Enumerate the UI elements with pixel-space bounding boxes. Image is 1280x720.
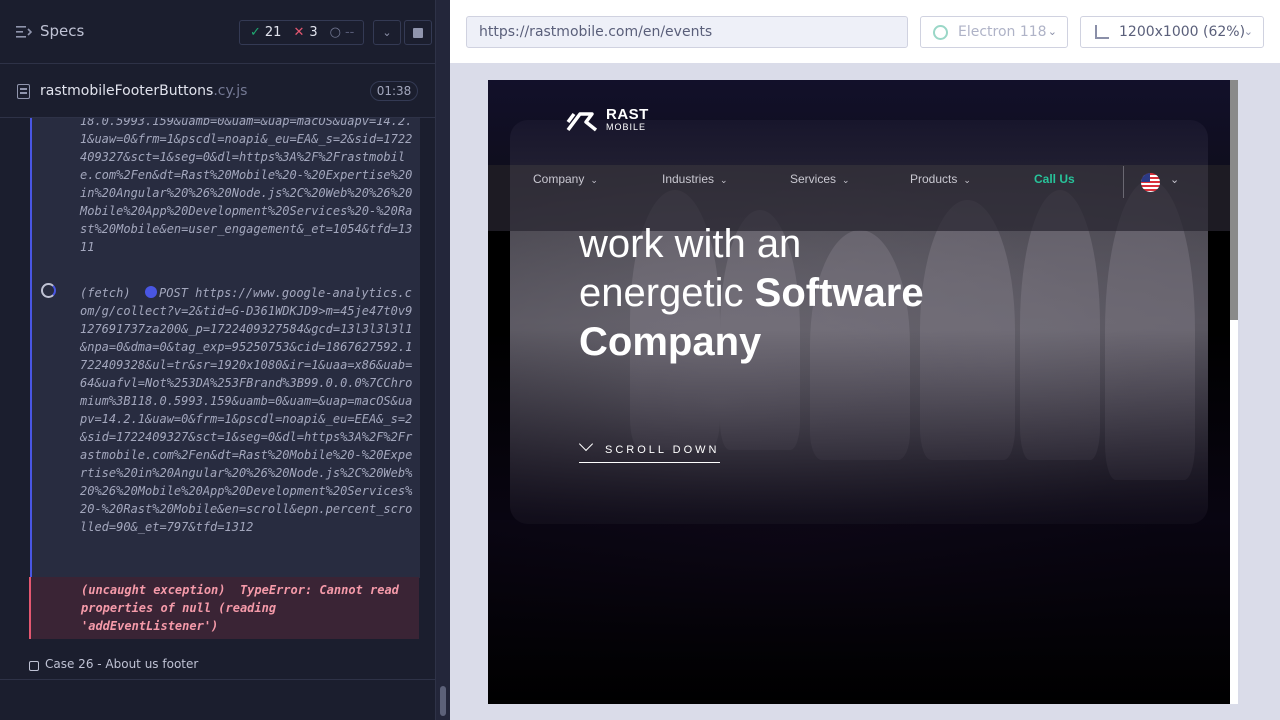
chevron-down-icon: ⌄ — [382, 26, 392, 39]
error-message: (uncaught exception) TypeError: Cannot r… — [81, 583, 407, 633]
hero-heading-line2: energetic Software — [579, 271, 924, 315]
failed-count: 3 — [309, 25, 318, 40]
nav-company[interactable]: Company ⌄ — [533, 172, 598, 186]
browser-selector[interactable]: Electron 118 ⌄ — [920, 16, 1068, 48]
command-log-panel: Specs ✓ 21 ✕ 3 ○ -- ⌄ rastmobileFooterBu… — [0, 0, 436, 720]
stop-button[interactable] — [404, 20, 432, 45]
panel-resize-scrollbar[interactable] — [436, 0, 450, 720]
log-entry-fetch[interactable]: (fetch) POST https://www.google-analytic… — [80, 284, 418, 536]
logo-text-top: RAST — [606, 106, 649, 123]
test-status-icon — [29, 661, 39, 671]
loading-spinner-icon — [41, 283, 56, 298]
app-under-test-frame[interactable]: RAST MOBILE Company ⌄ Industries ⌄ Service… — [488, 80, 1230, 704]
pending-icon: ○ — [329, 25, 341, 40]
hero-heading-line3: Company — [579, 320, 762, 364]
command-log[interactable]: 18.0.5993.159&uamb=0&uam=&uap=macOS&uapv… — [30, 118, 420, 578]
nav-call-us[interactable]: Call Us — [1034, 172, 1075, 186]
viewport-size: 1200x1000 — [1119, 24, 1199, 40]
browser-toolbar: https://rastmobile.com/en/events Electro… — [450, 0, 1280, 64]
app-scrollbar-thumb[interactable] — [1230, 80, 1238, 320]
browser-name: Electron 118 — [958, 24, 1047, 40]
chevron-down-icon: ⌄ — [720, 175, 728, 185]
specs-list-icon[interactable] — [16, 25, 32, 39]
request-dot-icon — [145, 286, 158, 298]
toggle-auto-scroll-button[interactable]: ⌄ — [373, 20, 401, 45]
scrollbar-thumb[interactable] — [440, 686, 446, 716]
chevron-down-icon[interactable]: ⌄ — [1170, 173, 1179, 186]
chevron-down-icon: ⌄ — [1047, 25, 1057, 38]
scroll-down-link[interactable]: SCROLL DOWN — [578, 436, 720, 463]
us-flag-icon[interactable] — [1141, 173, 1160, 192]
stop-icon — [413, 27, 423, 38]
app-scrollbar[interactable] — [1230, 80, 1238, 704]
electron-icon — [933, 25, 948, 40]
scroll-down-label: SCROLL DOWN — [605, 444, 720, 456]
logo-mark-icon — [566, 112, 598, 132]
nav-products[interactable]: Products ⌄ — [910, 172, 971, 186]
test-case-title[interactable]: Case 26 - About us footer — [45, 657, 198, 671]
ruler-icon — [1095, 25, 1109, 39]
logo-text-bottom: MOBILE — [606, 122, 647, 132]
document-icon — [17, 84, 30, 99]
test-case-row[interactable]: Case 26 - About us footer — [0, 650, 436, 680]
url-bar[interactable]: https://rastmobile.com/en/events — [466, 16, 908, 48]
chevron-down-icon: ⌄ — [1243, 25, 1253, 38]
nav-divider — [1123, 166, 1124, 198]
log-entry-error[interactable]: (uncaught exception) TypeError: Cannot r… — [29, 577, 419, 639]
pending-count: -- — [344, 25, 355, 40]
spec-file-name[interactable]: rastmobileFooterButtons.cy.js — [40, 83, 247, 99]
chevron-down-icon: ⌄ — [963, 175, 971, 185]
failed-icon: ✕ — [293, 25, 305, 40]
passed-count: 21 — [264, 25, 282, 40]
test-stats: ✓ 21 ✕ 3 ○ -- — [239, 20, 364, 45]
nav-services[interactable]: Services ⌄ — [790, 172, 850, 186]
log-entry-previous[interactable]: 18.0.5993.159&uamb=0&uam=&uap=macOS&uapv… — [80, 118, 418, 256]
nav-industries[interactable]: Industries ⌄ — [662, 172, 728, 186]
spec-duration-badge: 01:38 — [370, 81, 418, 101]
chevron-down-icon: ⌄ — [590, 175, 598, 185]
specs-title[interactable]: Specs — [40, 22, 84, 40]
viewport-zoom: (62%) — [1203, 24, 1246, 40]
hero-heading-line1: work with an — [579, 222, 802, 266]
passed-icon: ✓ — [250, 25, 261, 40]
reporter-header: Specs ✓ 21 ✕ 3 ○ -- ⌄ — [0, 0, 436, 64]
viewport-selector[interactable]: 1200x1000 (62%) ⌄ — [1080, 16, 1264, 48]
chevron-down-icon: ⌄ — [842, 175, 850, 185]
